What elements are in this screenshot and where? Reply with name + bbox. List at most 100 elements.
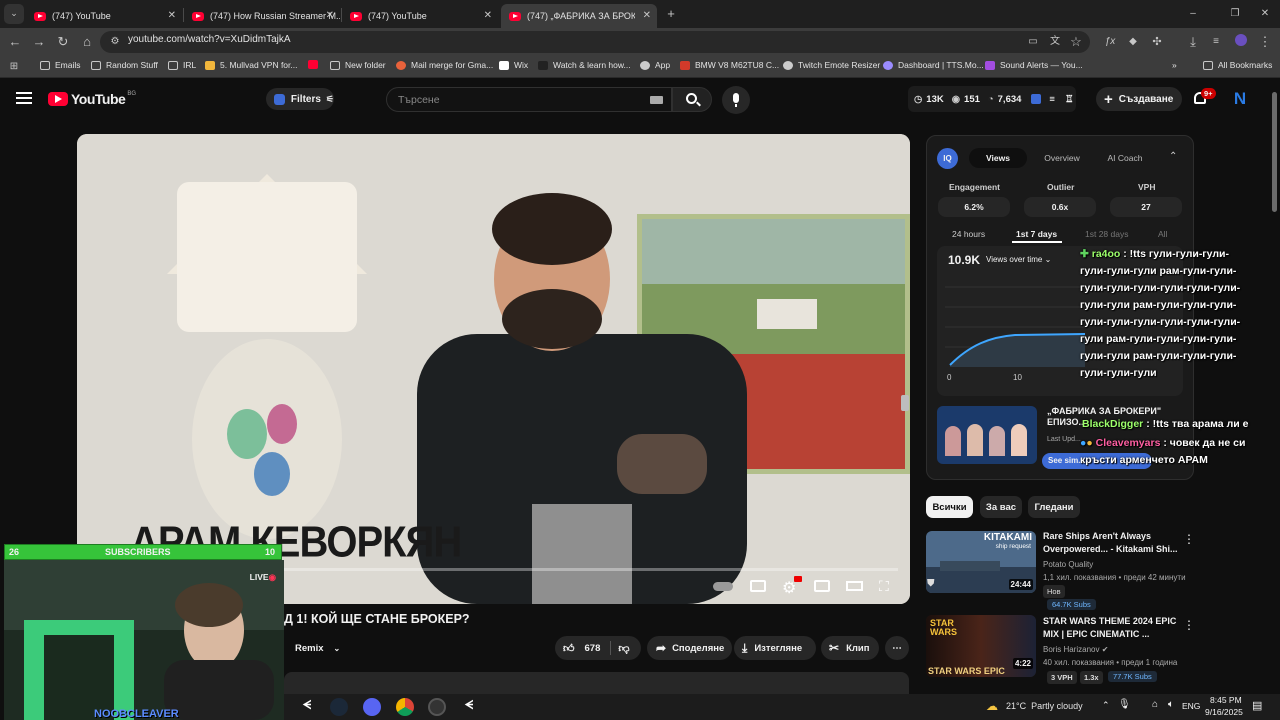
rec-title-2[interactable]: STAR WARS THEME 2024 EPIC MIX | EPIC CIN…	[1043, 615, 1178, 641]
tray-mic-icon[interactable]: 🎙︎	[1118, 699, 1131, 710]
site-info-icon[interactable]: ⚙	[106, 33, 124, 51]
theater-mode-icon[interactable]	[846, 581, 863, 591]
browser-tab-3[interactable]: (747) YouTube ✕	[342, 4, 498, 28]
miniplayer-icon[interactable]	[814, 580, 830, 592]
rec-more-menu-icon[interactable]: ⋮	[1183, 618, 1195, 632]
apps-grid-icon[interactable]: ⊞	[5, 58, 23, 76]
range-1st-7-days[interactable]: 1st 7 days	[1016, 229, 1057, 239]
home-icon[interactable]: ⌂	[78, 33, 96, 51]
tray-volume-icon[interactable]: 🔈︎	[1168, 699, 1174, 710]
bookmark-new-folder[interactable]: New folder	[330, 60, 386, 70]
search-button[interactable]	[672, 87, 712, 112]
keyboard-icon[interactable]	[650, 96, 663, 104]
bookmark-mail-merge[interactable]: Mail merge for Gma...	[396, 60, 493, 70]
tab-overview[interactable]: Overview	[1035, 148, 1089, 168]
bookmark-wix[interactable]: Wix	[499, 60, 528, 70]
create-button[interactable]: + Създаване	[1096, 87, 1182, 111]
extension-icon[interactable]: ◆	[1124, 33, 1142, 51]
range-all[interactable]: All	[1158, 229, 1167, 239]
close-tab-icon[interactable]: ✕	[484, 10, 492, 21]
share-button[interactable]: ➦ Споделяне	[647, 636, 732, 660]
autoplay-toggle[interactable]	[713, 582, 733, 591]
taskbar-kick-icon-2[interactable]: ᗕ	[460, 698, 478, 716]
bookmark-youtube[interactable]	[308, 60, 323, 69]
bookmark-watch-learn[interactable]: Watch & learn how...	[538, 60, 631, 70]
search-input[interactable]: Търсене	[386, 87, 672, 112]
browser-tab-4-active[interactable]: (747) „ФАБРИКА ЗА БРОКЕРИ" ✕	[501, 4, 657, 28]
download-button[interactable]: ⤓ Изтегляне	[734, 636, 816, 660]
bookmark-random-stuff[interactable]: Random Stuff	[91, 60, 158, 70]
install-app-icon[interactable]: ▭	[1024, 33, 1042, 51]
description-box[interactable]	[284, 672, 909, 694]
clock-time[interactable]: 8:45 PM	[1210, 695, 1242, 705]
restore-window-icon[interactable]: ❐	[1226, 5, 1244, 23]
like-button[interactable]: 👍︎ 678	[563, 642, 600, 655]
taskbar-discord-icon[interactable]	[363, 698, 381, 716]
clock-date[interactable]: 9/16/2025	[1205, 707, 1243, 717]
tray-chevron-icon[interactable]: ⌃	[1102, 700, 1110, 711]
weather-text[interactable]: 21°C Partly cloudy	[1006, 701, 1083, 711]
bookmarks-overflow-icon[interactable]: »	[1172, 60, 1177, 70]
translate-icon[interactable]: 文	[1046, 33, 1064, 51]
close-window-icon[interactable]: ✕	[1256, 5, 1274, 23]
tab-ai-coach[interactable]: AI Coach	[1100, 148, 1150, 168]
chip-watched[interactable]: Гледани	[1028, 496, 1080, 518]
minimize-window-icon[interactable]: –	[1184, 5, 1202, 23]
range-24-hours[interactable]: 24 hours	[952, 229, 985, 239]
range-1st-28-days[interactable]: 1st 28 days	[1085, 229, 1128, 239]
list-icon[interactable]: ≡	[1049, 94, 1055, 105]
page-scrollbar[interactable]	[1272, 92, 1277, 212]
bookmark-bmw[interactable]: BMW V8 M62TU8 C...	[680, 60, 779, 70]
taskbar-obs-icon[interactable]	[428, 698, 446, 716]
notification-center-icon[interactable]: ▤	[1252, 699, 1262, 712]
chip-all[interactable]: Всички	[926, 496, 973, 518]
language-indicator[interactable]: ENG	[1182, 701, 1200, 711]
bookmark-star-icon[interactable]: ☆	[1067, 33, 1085, 51]
clip-button[interactable]: ✂ Клип	[821, 636, 879, 660]
taskbar-kick-icon[interactable]: ᗕ	[298, 698, 316, 716]
bookmark-twitch-emote[interactable]: Twitch Emote Resizer	[783, 60, 880, 70]
tab-views[interactable]: Views	[969, 148, 1027, 168]
address-bar-url[interactable]: youtube.com/watch?v=XuDidmTajkA	[128, 34, 291, 45]
views-over-time-dropdown[interactable]: Views over time ⌄	[986, 255, 1051, 264]
dislike-button[interactable]: 👎︎	[618, 642, 629, 655]
browser-tab-2[interactable]: (747) How Russian Streamer M... ✕	[184, 4, 340, 28]
collapse-chevron-icon[interactable]: ⌃	[1169, 151, 1177, 162]
bookmark-mullvad[interactable]: 5. Mullvad VPN for...	[205, 60, 297, 70]
filters-button[interactable]: Filters ⚟	[266, 88, 334, 110]
more-actions-button[interactable]: ⋯	[885, 636, 909, 660]
weather-icon[interactable]: ☁	[986, 699, 998, 713]
profile-avatar[interactable]	[1232, 33, 1250, 51]
taskbar-steam-icon[interactable]	[330, 698, 348, 716]
tray-network-icon[interactable]: ⌂	[1152, 699, 1158, 710]
extensions-puzzle-icon[interactable]: ✣	[1148, 33, 1166, 51]
subtitles-icon[interactable]	[750, 580, 766, 592]
rec-ext-icon[interactable]: ⛊	[927, 578, 935, 589]
account-avatar[interactable]: N	[1231, 89, 1249, 109]
chip-for-you[interactable]: За вас	[980, 496, 1022, 518]
vidiq-icon[interactable]	[1031, 94, 1042, 104]
bookmark-app[interactable]: App	[640, 60, 670, 70]
trophy-icon[interactable]: ♖	[1065, 94, 1074, 105]
taskbar-chrome-icon[interactable]	[396, 698, 414, 716]
bookmark-all-bookmarks[interactable]: All Bookmarks	[1203, 60, 1272, 70]
bookmark-emails[interactable]: Emails	[40, 60, 81, 70]
rec-channel-2[interactable]: Boris Harizanov ✔	[1043, 645, 1108, 654]
video-side-scroll-handle[interactable]	[901, 395, 909, 411]
promo-thumbnail[interactable]	[937, 406, 1037, 464]
hamburger-menu-icon[interactable]	[16, 92, 32, 104]
voice-search-button[interactable]	[722, 86, 750, 114]
extension-fx-icon[interactable]: ƒx	[1101, 33, 1119, 51]
rec-channel-1[interactable]: Potato Quality	[1043, 560, 1093, 569]
downloads-icon[interactable]: ⤓	[1184, 33, 1202, 51]
bookmark-tts-dashboard[interactable]: Dashboard | TTS.Mo...	[883, 60, 984, 70]
rec-more-menu-icon[interactable]: ⋮	[1183, 532, 1195, 546]
browser-tab-1[interactable]: (747) YouTube ✕	[26, 4, 182, 28]
back-arrow-icon[interactable]: ←	[6, 33, 24, 51]
browser-menu-icon[interactable]: ⋮	[1256, 33, 1274, 51]
bookmark-irl[interactable]: IRL	[168, 60, 196, 70]
close-tab-icon[interactable]: ✕	[168, 10, 176, 21]
forward-arrow-icon[interactable]: →	[30, 33, 48, 51]
rec-thumbnail-2[interactable]: STAR WARS STAR WARS EPIC 4:22	[926, 615, 1036, 677]
bookmark-sound-alerts[interactable]: Sound Alerts — You...	[985, 60, 1083, 70]
